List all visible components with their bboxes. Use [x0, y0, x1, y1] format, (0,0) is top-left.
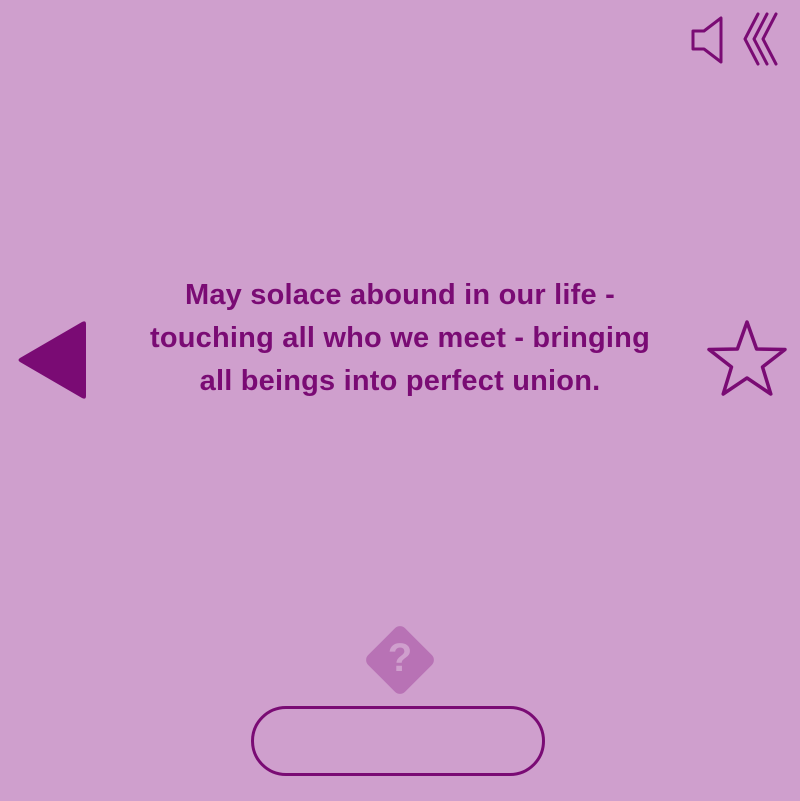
hint-symbol: ?	[387, 635, 413, 680]
answer-button[interactable]	[251, 706, 545, 776]
favorite-star-button[interactable]	[704, 318, 790, 400]
previous-card-button[interactable]	[14, 318, 94, 402]
star-outline-icon	[707, 320, 787, 396]
hint-button[interactable]: ?	[360, 620, 440, 700]
triple-chevron-left-icon[interactable]	[742, 12, 782, 66]
speaker-icon[interactable]	[688, 14, 728, 66]
card-text: May solace abound in our life - touching…	[150, 279, 650, 397]
triangle-left-icon	[18, 321, 86, 399]
